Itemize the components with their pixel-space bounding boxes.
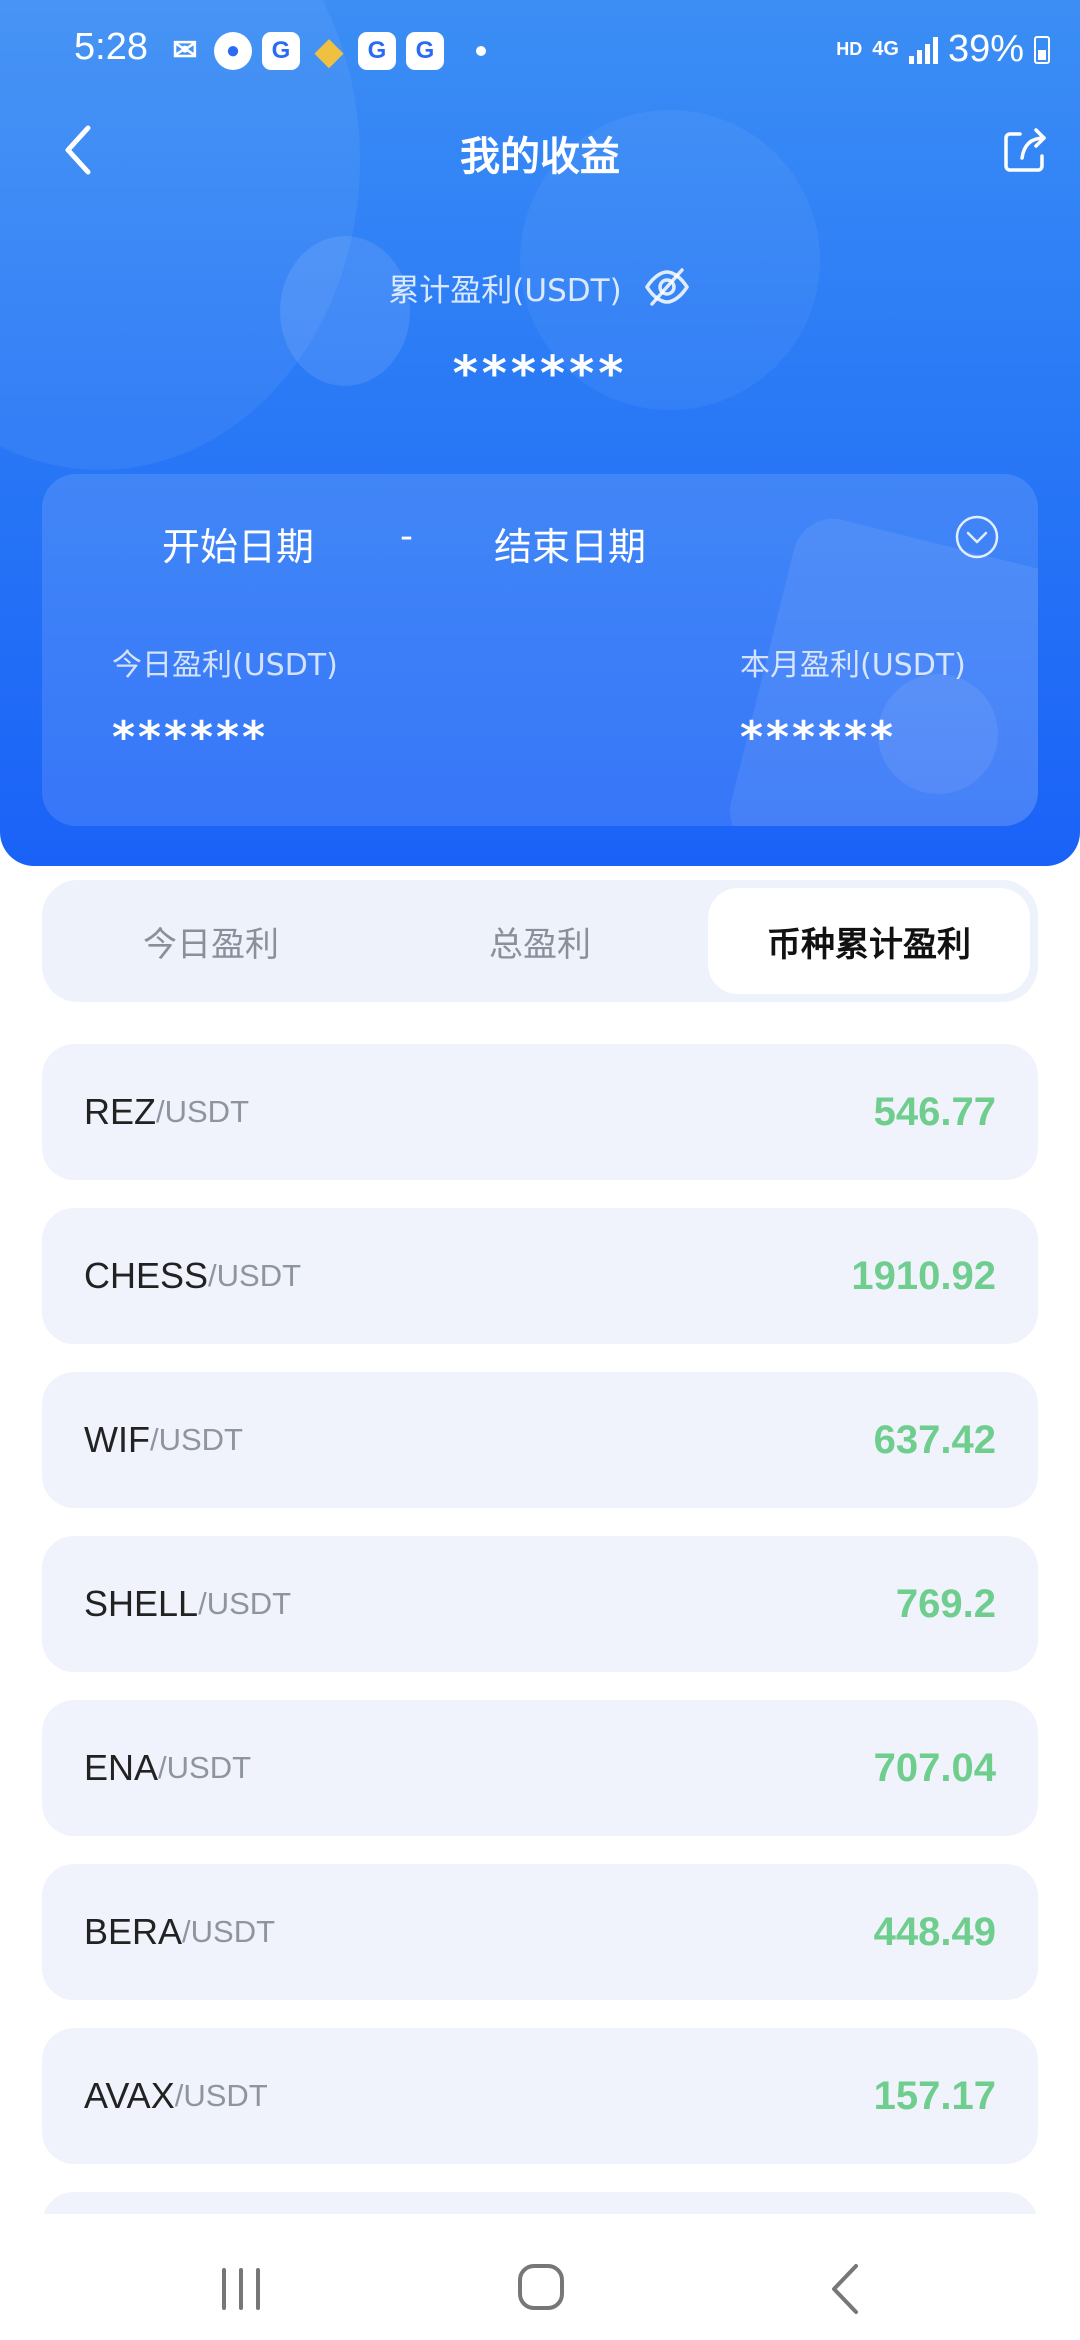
hd-indicator: HD [836, 39, 863, 59]
chevron-down-circle-icon [955, 515, 999, 559]
app-notification-icon: G [358, 32, 396, 70]
today-profit-value: ****** [112, 712, 269, 763]
pair-profit-value: 546.77 [873, 1089, 996, 1134]
total-profit-value: ****** [452, 346, 628, 402]
binance-icon: ◆ [315, 30, 343, 71]
home-button[interactable] [516, 2262, 566, 2312]
list-item[interactable]: BERA/USDT 448.49 [42, 1864, 1038, 2000]
pair-base: CHESS [84, 1255, 209, 1296]
status-time: 5:28 [74, 26, 148, 68]
system-indicators: HD 4G 39% [836, 28, 1050, 71]
pair-quote: /USDT [156, 1094, 249, 1129]
back-arrow-icon [832, 2264, 858, 2314]
tab-coin-cumulative-profit[interactable]: 币种累计盈利 [708, 888, 1030, 994]
pair-profit-value: 1910.92 [851, 1253, 996, 1298]
month-profit-label: 本月盈利(USDT) [740, 648, 966, 683]
pair-name: REZ/USDT [84, 1044, 249, 1180]
pair-name: CHESS/USDT [84, 1208, 301, 1344]
system-nav-bar [0, 2214, 1080, 2340]
list-item[interactable]: REZ/USDT 546.77 [42, 1044, 1038, 1180]
share-icon [1004, 128, 1046, 172]
recents-button[interactable] [216, 2266, 266, 2312]
signal-icon [908, 36, 938, 64]
pair-base: ENA [84, 1747, 159, 1788]
pair-profit-value: 769.2 [895, 1581, 996, 1626]
pair-base: REZ [84, 1091, 156, 1132]
pair-profit-value: 448.49 [873, 1909, 996, 1954]
account-icon: ● [214, 32, 252, 70]
network-indicator: 4G [872, 38, 899, 60]
month-profit-value: ****** [740, 712, 897, 763]
pair-base: BERA [84, 1911, 183, 1952]
battery-percent: 39% [947, 28, 1024, 70]
pair-quote: /USDT [198, 1586, 292, 1621]
summary-card: 开始日期 - 结束日期 今日盈利(USDT) ****** 本月盈利(USDT)… [42, 474, 1038, 826]
app-notification-icon: G [262, 32, 300, 70]
pair-quote: /USDT [182, 1914, 276, 1949]
date-separator: - [400, 516, 413, 557]
pair-name: ENA/USDT [84, 1700, 251, 1836]
profit-tabs: 今日盈利 总盈利 币种累计盈利 [42, 880, 1038, 1002]
tab-today-profit[interactable]: 今日盈利 [50, 888, 372, 994]
pair-name: WIF/USDT [84, 1372, 243, 1508]
list-item[interactable]: ENA/USDT 707.04 [42, 1700, 1038, 1836]
share-button[interactable] [996, 120, 1056, 180]
more-notifications-dot [476, 46, 486, 56]
end-date-field[interactable]: 结束日期 [494, 516, 646, 571]
pair-base: AVAX [84, 2075, 175, 2116]
status-bar: 5:28 ✉ ● G ◆ G G HD 4G 39% [0, 0, 1080, 104]
tab-total-profit[interactable]: 总盈利 [379, 888, 701, 994]
pair-quote: /USDT [149, 1422, 243, 1457]
date-range-toggle[interactable] [954, 514, 1000, 560]
home-icon [518, 2264, 564, 2310]
system-back-button[interactable] [826, 2262, 866, 2316]
today-profit-label: 今日盈利(USDT) [112, 648, 338, 683]
list-item[interactable]: AVAX/USDT 157.17 [42, 2028, 1038, 2164]
notification-icons: ✉ ● G ◆ G G [166, 32, 486, 70]
eye-slash-icon [644, 268, 689, 306]
page-title: 我的收益 [460, 134, 620, 180]
pair-profit-value: 157.17 [873, 2073, 996, 2118]
pair-quote: /USDT [174, 2078, 268, 2113]
recents-icon [222, 2268, 260, 2310]
pair-name: BERA/USDT [84, 1864, 275, 2000]
visibility-toggle[interactable] [642, 262, 692, 312]
pair-name: AVAX/USDT [84, 2028, 268, 2164]
list-item[interactable]: WIF/USDT 637.42 [42, 1372, 1038, 1508]
wechat-icon: ✉ [172, 34, 198, 67]
battery-icon [1034, 35, 1050, 64]
pair-base: SHELL [84, 1583, 199, 1624]
pair-base: WIF [84, 1419, 150, 1460]
app-notification-icon: G [406, 32, 444, 70]
list-item[interactable]: SHELL/USDT 769.2 [42, 1536, 1038, 1672]
pair-quote: /USDT [158, 1750, 252, 1785]
total-profit-label: 累计盈利(USDT) [388, 272, 622, 309]
pair-quote: /USDT [208, 1258, 302, 1293]
pair-profit-value: 707.04 [873, 1745, 996, 1790]
pair-profit-value: 637.42 [873, 1417, 996, 1462]
pair-name: SHELL/USDT [84, 1536, 291, 1672]
list-item[interactable]: CHESS/USDT 1910.92 [42, 1208, 1038, 1344]
start-date-field[interactable]: 开始日期 [162, 516, 314, 571]
total-profit-header: 累计盈利(USDT) [0, 262, 1080, 312]
